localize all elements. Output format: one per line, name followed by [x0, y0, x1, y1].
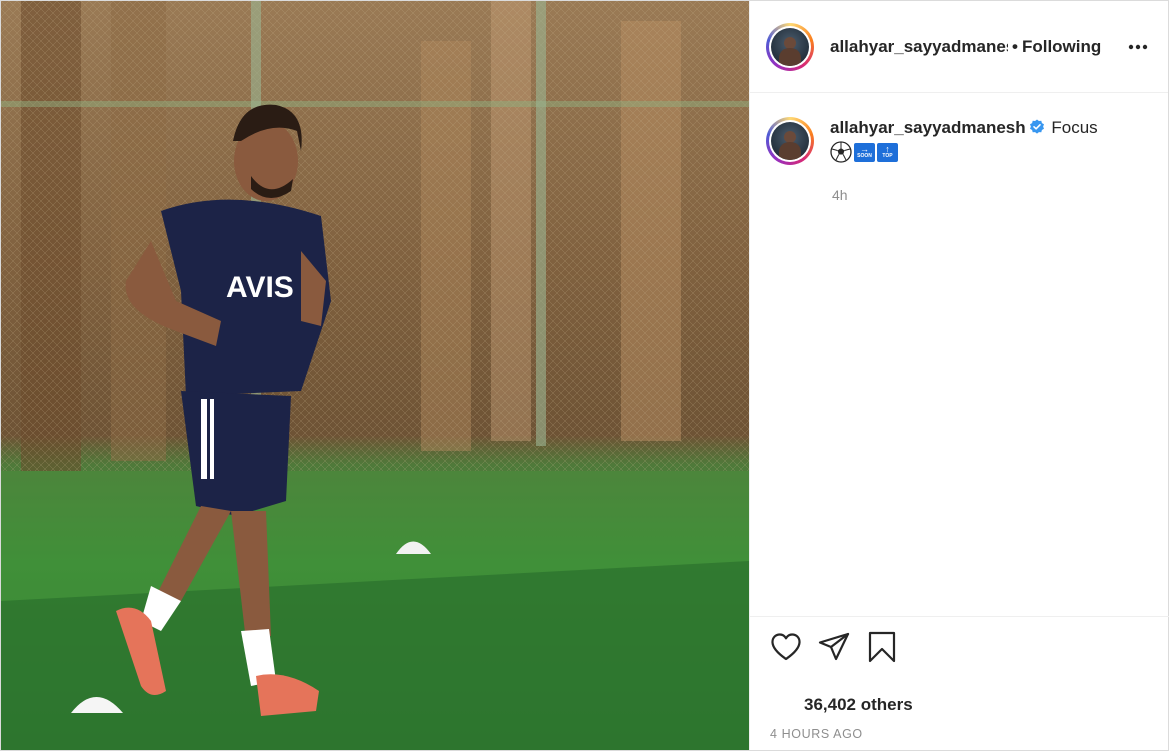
- share-button[interactable]: [814, 627, 854, 667]
- caption-body: allahyar_sayyadmanesh Focus → SOON ↑ TOP: [830, 117, 1098, 165]
- post-photo[interactable]: AVIS: [1, 1, 749, 750]
- post-header: allahyar_sayyadmanesh • Following: [750, 1, 1168, 93]
- action-bar: [750, 616, 1169, 676]
- story-ring[interactable]: [766, 22, 814, 71]
- post-timestamp[interactable]: 4 HOURS AGO: [770, 727, 863, 741]
- paper-plane-icon: [818, 632, 850, 660]
- following-button[interactable]: Following: [1022, 37, 1101, 57]
- top-arrow-emoji-icon: ↑ TOP: [877, 142, 898, 162]
- more-options-button[interactable]: [1124, 33, 1152, 61]
- caption-avatar: [771, 122, 809, 160]
- verified-badge-icon: [1029, 119, 1044, 134]
- heart-icon: [771, 632, 801, 660]
- caption-time[interactable]: 4h: [832, 187, 848, 203]
- avatar: [771, 27, 809, 66]
- soon-arrow-emoji-icon: → SOON: [854, 142, 875, 162]
- caption-text: Focus: [1051, 118, 1098, 137]
- caption-username-link[interactable]: allahyar_sayyadmanesh: [830, 118, 1026, 137]
- top-emoji-label: TOP: [882, 153, 893, 159]
- save-button[interactable]: [862, 627, 902, 667]
- svg-text:AVIS: AVIS: [226, 271, 294, 304]
- soccer-ball-emoji-icon: [830, 141, 852, 163]
- photo-illustration: AVIS: [1, 1, 749, 750]
- avatar-border: [769, 25, 811, 68]
- bookmark-icon: [868, 631, 896, 662]
- more-horizontal-icon: [1128, 44, 1148, 49]
- caption: allahyar_sayyadmanesh Focus → SOON ↑ TOP: [766, 117, 1152, 165]
- caption-story-ring[interactable]: [766, 117, 814, 165]
- likes-count[interactable]: 36,402 others: [804, 695, 913, 715]
- header-username-link[interactable]: allahyar_sayyadmanesh: [830, 37, 1008, 57]
- post-dialog: AVIS allahyar_sayyadmanesh • Following a…: [0, 0, 1169, 751]
- like-button[interactable]: [766, 627, 806, 667]
- caption-avatar-border: [769, 120, 811, 162]
- caption-emoji-row: → SOON ↑ TOP: [830, 141, 1098, 163]
- soon-emoji-label: SOON: [857, 153, 872, 159]
- header-separator: •: [1012, 36, 1018, 56]
- post-side-panel: allahyar_sayyadmanesh • Following allahy…: [749, 1, 1169, 750]
